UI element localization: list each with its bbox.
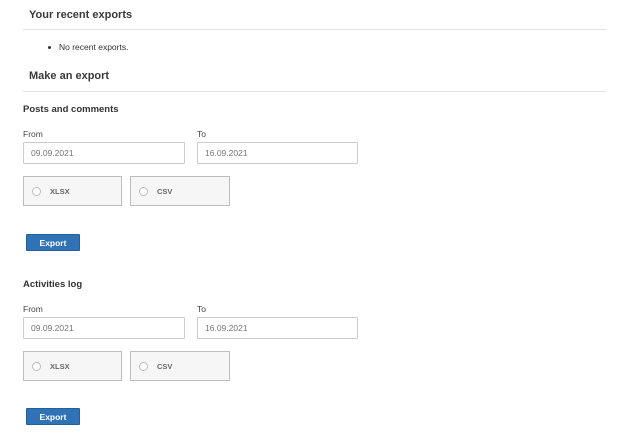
list-item: No recent exports. [48,42,128,52]
bullet-icon [48,45,51,49]
to-label: To [197,129,206,139]
format-label: CSV [157,361,173,371]
radio-icon [139,186,148,196]
export-button[interactable]: Export [26,234,80,251]
recent-exports-divider [23,29,606,30]
format-option-xlsx[interactable]: XLSX [23,176,122,206]
recent-export-text: No recent exports. [59,42,129,52]
to-date-input[interactable] [197,142,358,164]
radio-icon [139,361,148,371]
activities-log-title: Activities log [23,279,83,290]
format-option-csv[interactable]: CSV [130,351,230,381]
from-date-input[interactable] [23,317,185,339]
from-date-input[interactable] [23,142,185,164]
from-label: From [23,304,43,314]
format-option-xlsx[interactable]: XLSX [23,351,122,381]
radio-icon [32,361,41,371]
radio-icon [32,186,41,196]
format-label: XLSX [50,361,70,371]
to-label: To [197,304,206,314]
format-label: XLSX [50,186,70,196]
format-label: CSV [157,186,173,196]
to-date-input[interactable] [197,317,358,339]
posts-comments-title: Posts and comments [23,104,119,115]
export-button[interactable]: Export [26,408,80,425]
from-label: From [23,129,43,139]
recent-exports-title: Your recent exports [29,9,133,21]
format-option-csv[interactable]: CSV [130,176,230,206]
make-export-title: Make an export [29,70,110,82]
make-export-divider [23,91,606,92]
